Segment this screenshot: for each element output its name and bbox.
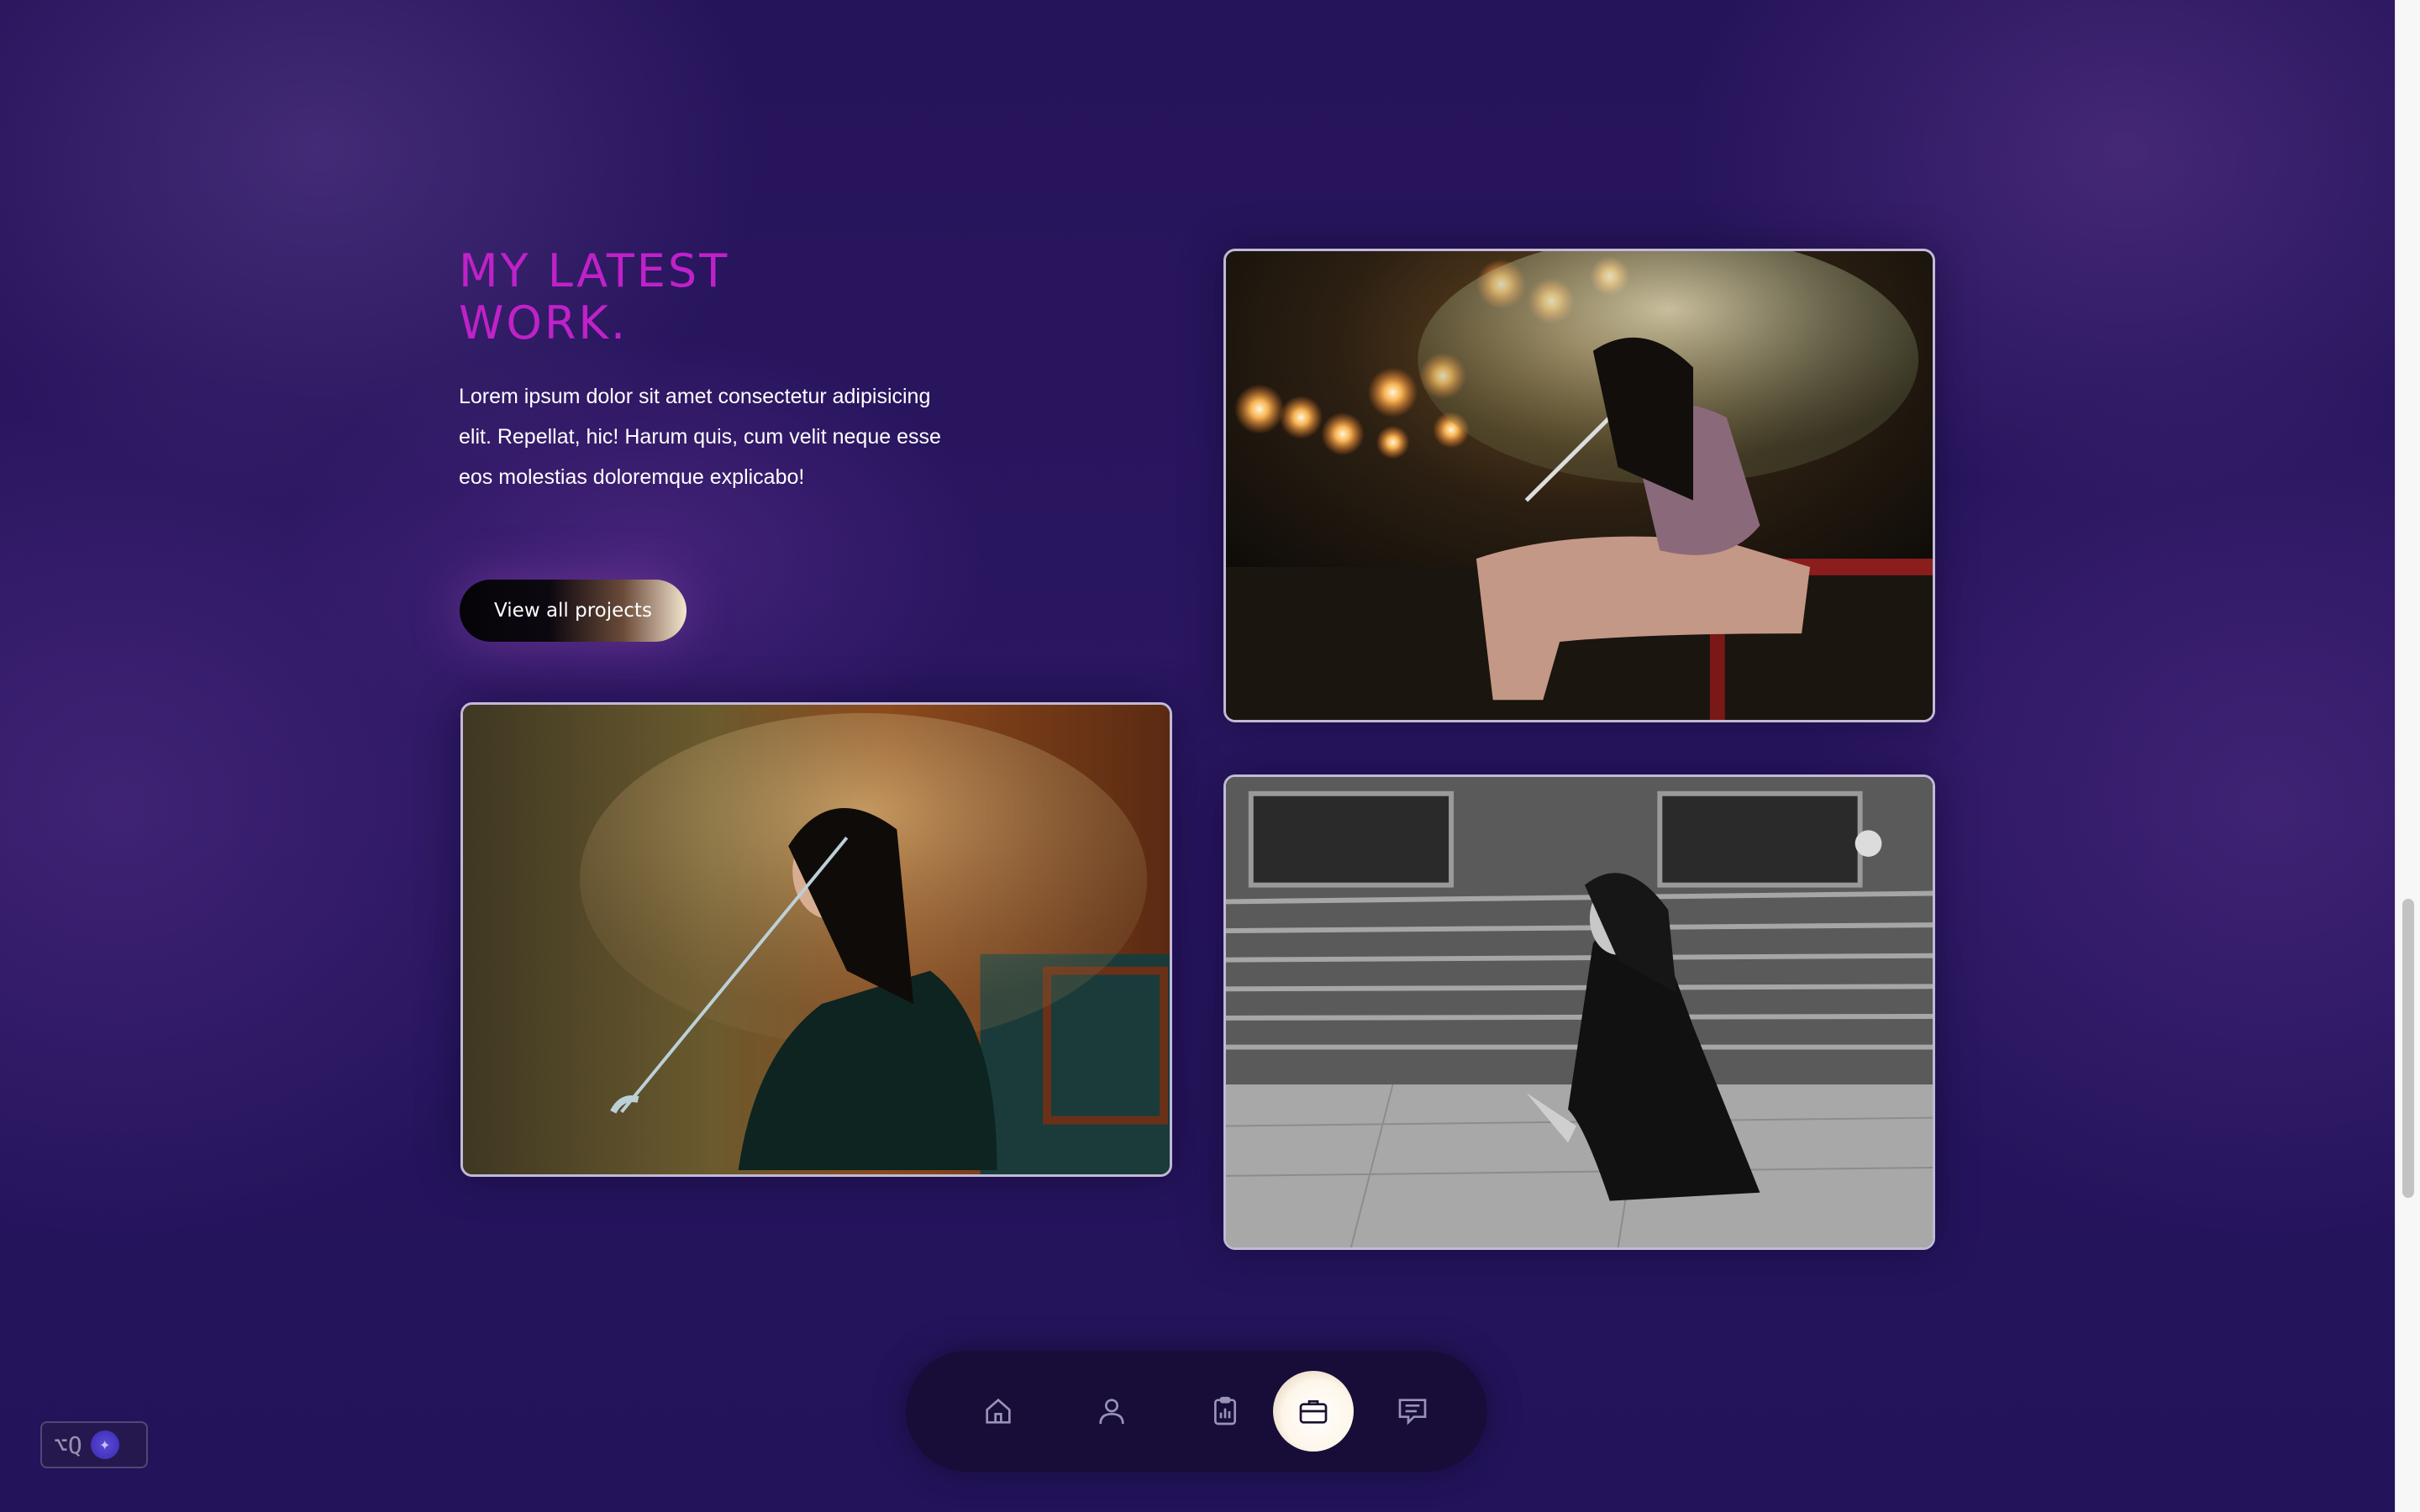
briefcase-icon [1299, 1400, 1328, 1424]
heading-line-2: WORK. [459, 297, 628, 349]
user-icon [1099, 1399, 1124, 1425]
portfolio-page: MY LATEST WORK. Lorem ipsum dolor sit am… [0, 0, 2420, 1512]
project-card-1[interactable] [1223, 249, 1935, 722]
scrollbar[interactable] [2395, 0, 2420, 1512]
project-image-1 [1226, 251, 1933, 720]
section-heading: MY LATEST WORK. [459, 245, 963, 349]
nav-skills-button[interactable] [1185, 1371, 1265, 1452]
project-card-3[interactable] [1223, 774, 1935, 1250]
project-image-3 [1226, 777, 1933, 1247]
nav-work-button[interactable] [1273, 1371, 1354, 1452]
bottom-navigation [906, 1351, 1487, 1472]
nav-home-button[interactable] [958, 1371, 1039, 1452]
heading-line-1: MY LATEST [459, 244, 730, 297]
project-card-2[interactable] [460, 702, 1172, 1177]
message-icon [1398, 1399, 1427, 1425]
nav-about-button[interactable] [1071, 1371, 1152, 1452]
shortcut-label: ⌥Q [54, 1431, 82, 1459]
home-icon [986, 1398, 1011, 1424]
clipboard-chart-icon [1214, 1396, 1236, 1425]
project-image-2 [463, 705, 1170, 1174]
scrollbar-thumb[interactable] [2402, 899, 2414, 1198]
view-all-projects-button[interactable]: View all projects [460, 580, 687, 642]
section-description: Lorem ipsum dolor sit amet consectetur a… [459, 385, 941, 489]
assistant-icon: ✦ [90, 1431, 119, 1459]
nav-contact-button[interactable] [1372, 1371, 1453, 1452]
shortcut-widget[interactable]: ⌥Q ✦ [40, 1421, 148, 1468]
